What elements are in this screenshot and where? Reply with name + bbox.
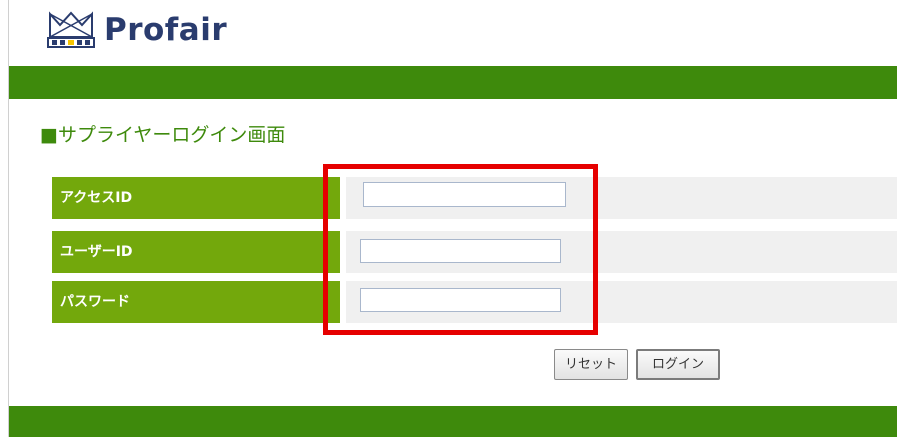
access-id-cell xyxy=(346,177,897,219)
header-green-bar xyxy=(9,66,897,99)
window-frame-left xyxy=(0,0,9,437)
access-id-row: アクセスID xyxy=(52,177,897,219)
footer-green-bar xyxy=(9,406,897,437)
password-label: パスワード xyxy=(52,281,340,323)
site-header: Profair xyxy=(9,0,897,66)
site-logo[interactable]: Profair xyxy=(46,10,227,50)
access-id-label: アクセスID xyxy=(52,177,340,219)
password-row: パスワード xyxy=(52,281,897,323)
user-id-input[interactable] xyxy=(360,239,561,263)
password-cell xyxy=(346,281,897,323)
logo-text: Profair xyxy=(104,12,228,48)
user-id-row: ユーザーID xyxy=(52,231,897,273)
access-id-input[interactable] xyxy=(363,182,566,207)
password-input[interactable] xyxy=(360,288,561,312)
reset-button[interactable]: リセット xyxy=(554,349,628,380)
user-id-label: ユーザーID xyxy=(52,231,340,273)
page-title: ■サプライヤーログイン画面 xyxy=(40,124,286,146)
crown-icon xyxy=(46,10,96,50)
user-id-cell xyxy=(346,231,897,273)
login-button[interactable]: ログイン xyxy=(636,349,720,380)
